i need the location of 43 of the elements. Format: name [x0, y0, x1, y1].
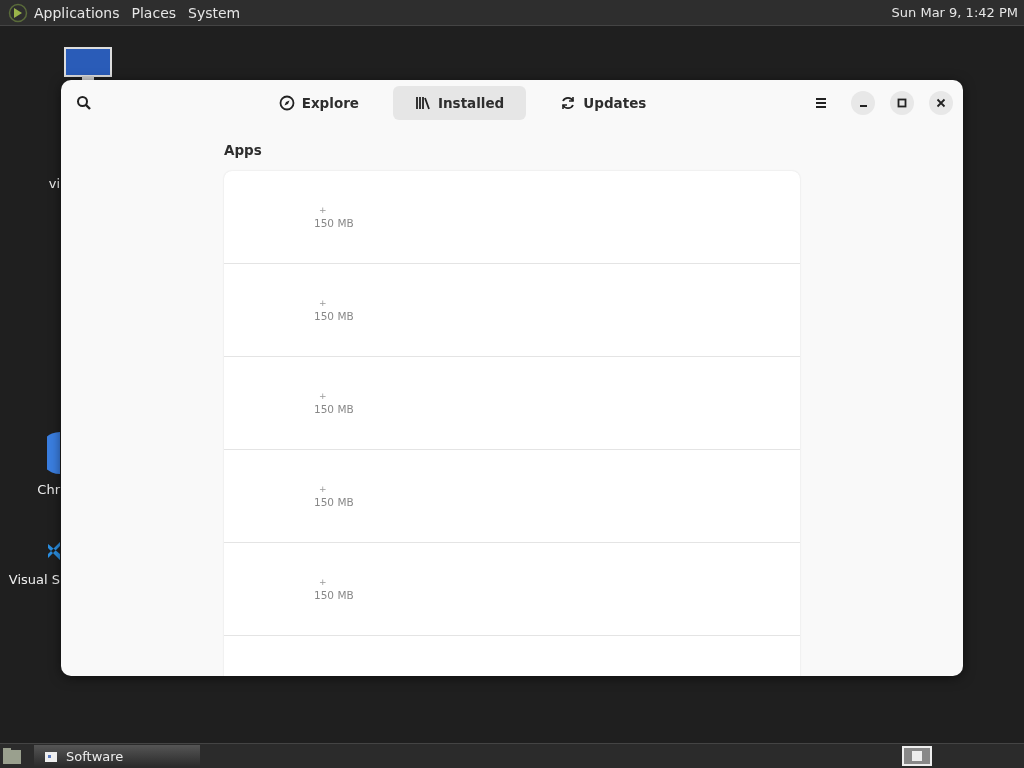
compass-icon	[278, 95, 295, 111]
app-mark: +	[319, 205, 327, 215]
app-size: 150 MB	[314, 217, 354, 229]
tab[interactable]: Installed	[392, 86, 527, 120]
search-icon	[76, 95, 92, 111]
workspace-icon[interactable]	[902, 746, 932, 766]
minimize-icon	[859, 105, 867, 107]
icon-label[interactable]: Visual S	[8, 572, 60, 587]
app-row[interactable]: + 150 MB	[224, 171, 800, 264]
app-size: 150 MB	[314, 403, 354, 415]
maximize-icon	[897, 98, 907, 108]
clock[interactable]: Sun Mar 9, 1:42 PM	[891, 5, 1018, 20]
refresh-icon	[560, 95, 577, 111]
desktop-icon[interactable]	[2, 747, 22, 765]
monitor-icon[interactable]	[64, 47, 112, 81]
section-title: Apps	[224, 142, 263, 158]
app-mark: +	[319, 484, 327, 494]
app-icon	[44, 749, 58, 763]
logo-icon[interactable]	[8, 2, 28, 23]
app-row[interactable]: + 150 MB	[224, 543, 800, 636]
app-row[interactable]: + 150 MB	[224, 450, 800, 543]
app-size: 150 MB	[314, 496, 354, 508]
app-size: 150 MB	[314, 589, 354, 601]
close-button[interactable]	[929, 91, 953, 115]
task-button[interactable]: Software	[34, 745, 200, 767]
menu-item[interactable]: System	[188, 4, 241, 21]
menu-item[interactable]: Applications	[34, 4, 120, 21]
icon-label[interactable]: vi	[48, 176, 60, 191]
app-row[interactable]: + 150 MB	[224, 264, 800, 357]
icon-label[interactable]: Chr	[37, 482, 60, 497]
menu-icon	[815, 97, 827, 109]
minimize-button[interactable]	[851, 91, 875, 115]
books-icon	[414, 95, 431, 111]
app-mark: +	[319, 298, 327, 308]
app-row[interactable]: + 150 MB	[224, 357, 800, 450]
tab[interactable]: Updates	[538, 86, 669, 120]
app-mark: +	[319, 577, 327, 587]
maximize-button[interactable]	[890, 91, 914, 115]
tab[interactable]: Explore	[256, 86, 381, 120]
menu-item[interactable]: Places	[131, 4, 177, 21]
app-size: 150 MB	[314, 310, 354, 322]
close-icon	[936, 98, 946, 108]
app-mark: +	[319, 391, 327, 401]
